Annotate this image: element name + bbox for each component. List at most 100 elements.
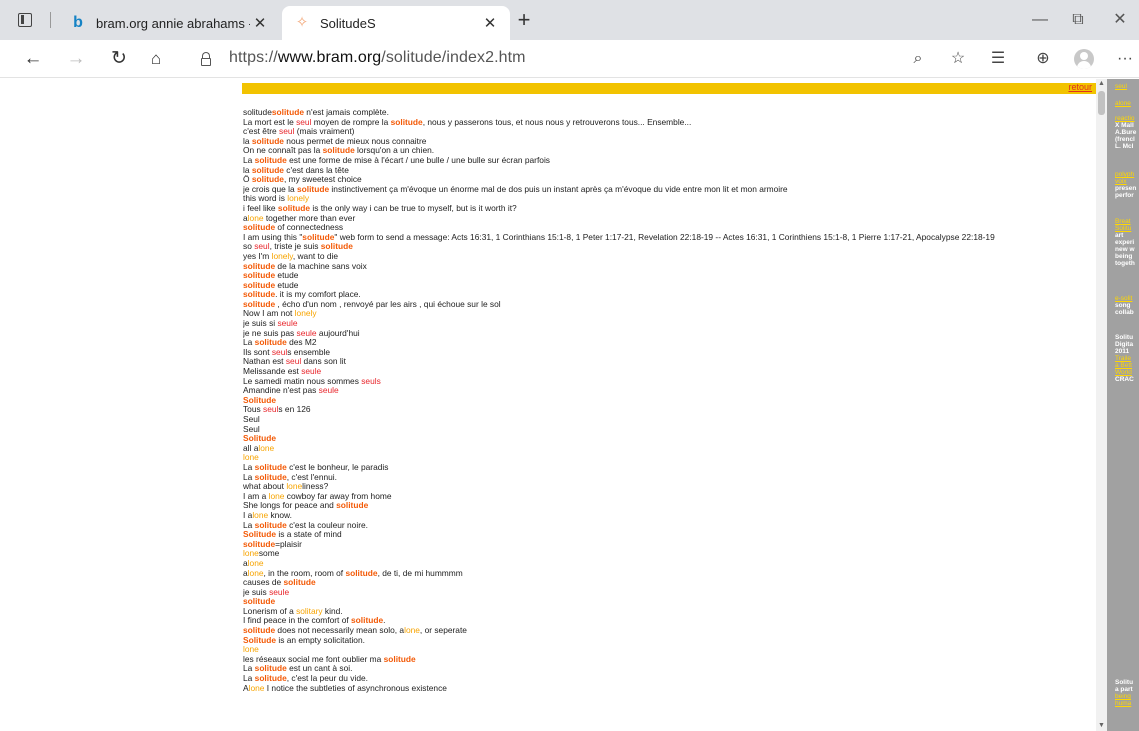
- close-window-button[interactable]: ✕: [1100, 8, 1139, 32]
- text-line: I am a lone cowboy far away from home: [243, 492, 1096, 502]
- new-tab-button[interactable]: +: [512, 9, 536, 32]
- sidebar-link[interactable]: reactio: [1115, 115, 1139, 122]
- sidebar-link[interactable]: Breat: [1115, 218, 1139, 225]
- text-segment: La: [243, 338, 255, 348]
- sidebar-link[interactable]: a Bett: [1115, 362, 1139, 369]
- sidebar-link[interactable]: e-solit: [1115, 295, 1139, 302]
- address-bar[interactable]: https://www.bram.org/solitude/index2.htm: [229, 49, 526, 67]
- text-line: Ô solitude, my sweetest choice: [243, 175, 1096, 185]
- highlight-word: lone: [268, 491, 285, 501]
- text-segment: s ensemble: [287, 347, 331, 357]
- highlight-word: solitude: [251, 165, 284, 175]
- sidebar-link[interactable]: seul: [1115, 83, 1139, 90]
- text-segment: Le samedi matin nous sommes: [243, 376, 362, 386]
- text-segment: Ô: [243, 175, 252, 185]
- text-segment: La: [243, 520, 255, 530]
- highlight-word: seul: [271, 347, 288, 357]
- sidebar-text: togeth: [1115, 260, 1135, 267]
- solitude-text-list: solitudesolitude n'est jamais complète. L…: [243, 108, 1096, 693]
- text-segment: La: [243, 664, 255, 674]
- more-menu-button[interactable]: ···: [1112, 46, 1138, 72]
- text-line: Ils sont seuls ensemble: [243, 348, 1096, 358]
- highlight-word: solitude: [345, 568, 378, 578]
- text-segment: c'est dans la tête: [283, 165, 349, 175]
- refresh-icon[interactable]: ↻: [106, 46, 132, 72]
- sidebar-link[interactable]: polyph: [1115, 171, 1139, 178]
- text-segment: nous permet de mieux nous connaitre: [283, 136, 427, 146]
- text-line: all alone: [243, 444, 1096, 454]
- bing-icon: b: [73, 14, 83, 31]
- sidebar-link[interactable]: Traile: [1115, 355, 1139, 362]
- collections-icon[interactable]: ⊕: [1030, 46, 1056, 72]
- text-segment: all a: [243, 443, 259, 453]
- tab-solitudes[interactable]: ✧ SolitudeS ✕: [282, 6, 510, 40]
- highlight-word: solitude: [251, 175, 284, 185]
- highlight-word: seul: [254, 242, 270, 252]
- close-tab-icon[interactable]: ✕: [480, 14, 500, 32]
- scroll-thumb[interactable]: [1098, 91, 1105, 115]
- highlight-word: solitude: [243, 299, 276, 309]
- highlight-word: solitude: [243, 280, 276, 290]
- text-segment: je crois que la: [243, 184, 297, 194]
- text-segment: moyen de rompre la: [311, 117, 391, 127]
- minimize-button[interactable]: —: [1020, 8, 1060, 32]
- sidebar-text: song: [1115, 302, 1131, 309]
- home-icon[interactable]: ⌂: [143, 46, 169, 72]
- text-segment: est un cant à soi.: [286, 664, 353, 674]
- highlight-word: lone: [243, 549, 259, 559]
- top-yellow-bar: retour: [242, 82, 1096, 94]
- text-line: La solitude, c'est l'ennui.: [243, 473, 1096, 483]
- text-line: i feel like solitude is the only way i c…: [243, 204, 1096, 214]
- close-tab-icon[interactable]: ✕: [250, 14, 270, 32]
- profile-avatar-icon[interactable]: [1074, 49, 1094, 69]
- text-segment: etude: [275, 280, 299, 290]
- sidebar-link[interactable]: huma: [1115, 700, 1139, 707]
- text-line: La solitude, c'est la peur du vide.: [243, 674, 1096, 684]
- lock-icon[interactable]: [201, 52, 211, 66]
- scroll-up-icon[interactable]: ▲: [1096, 79, 1107, 89]
- text-segment: La: [243, 462, 255, 472]
- highlight-word: lone: [252, 510, 269, 520]
- text-segment: La: [243, 674, 255, 684]
- sidebar-link[interactable]: alone: [1115, 100, 1139, 107]
- highlight-word: solitude: [251, 136, 284, 146]
- text-line: alone, in the room, room of solitude, de…: [243, 569, 1096, 579]
- highlight-word: solitude: [254, 674, 287, 684]
- add-favorite-icon[interactable]: ☆: [945, 46, 971, 72]
- sidebar-text: A.Bure: [1115, 129, 1137, 136]
- highlight-word: seul: [285, 357, 302, 367]
- text-line: solitude=plaisir: [243, 540, 1096, 550]
- highlight-word: solitude: [322, 146, 355, 156]
- text-segment: lorsqu'on a un chien.: [354, 146, 435, 156]
- text-line: c'est être seul (mais vraiment): [243, 127, 1096, 137]
- text-segment: I notice the subtleties of asynchronous …: [264, 683, 447, 693]
- scroll-down-icon[interactable]: ▼: [1096, 721, 1107, 731]
- sidebar-text: perfor: [1115, 192, 1134, 199]
- forward-arrow-icon[interactable]: →: [63, 46, 89, 72]
- page-scrollbar[interactable]: ▲ ▼: [1096, 79, 1107, 731]
- sidebar-link[interactable]: Solitu: [1115, 225, 1139, 232]
- sidebar-link[interactable]: voix: [1115, 178, 1139, 185]
- text-segment: Lonerism of a: [243, 606, 297, 616]
- back-arrow-icon[interactable]: ←: [20, 46, 46, 72]
- text-line: solitudesolitude n'est jamais complète.: [243, 108, 1096, 118]
- sidebar-link[interactable]: World: [1115, 369, 1139, 376]
- text-segment: She longs for peace and: [243, 501, 337, 511]
- text-line: alone: [243, 559, 1096, 569]
- restore-button[interactable]: ⧉: [1058, 8, 1098, 32]
- tab-bing[interactable]: b bram.org annie abrahams - Bing ✕: [58, 6, 280, 40]
- tab-actions-icon[interactable]: [18, 13, 32, 27]
- text-segment: Ils sont: [243, 347, 272, 357]
- favorites-icon[interactable]: ☰: [985, 46, 1011, 72]
- highlight-word: solitude: [254, 338, 287, 348]
- text-segment: instinctivement ça m'évoque un énorme ma…: [329, 184, 788, 194]
- retour-link[interactable]: retour: [1068, 82, 1092, 92]
- sidebar-link[interactable]: being: [1115, 693, 1139, 700]
- text-line: Tous seuls en 126: [243, 405, 1096, 415]
- text-segment: know.: [268, 510, 292, 520]
- highlight-word: seuls: [361, 376, 381, 386]
- text-segment: est une forme de mise à l'écart / une bu…: [286, 155, 550, 165]
- text-segment: , in the room, room of: [263, 568, 346, 578]
- zoom-icon[interactable]: ⌕: [905, 46, 931, 72]
- text-segment: , c'est l'ennui.: [286, 472, 337, 482]
